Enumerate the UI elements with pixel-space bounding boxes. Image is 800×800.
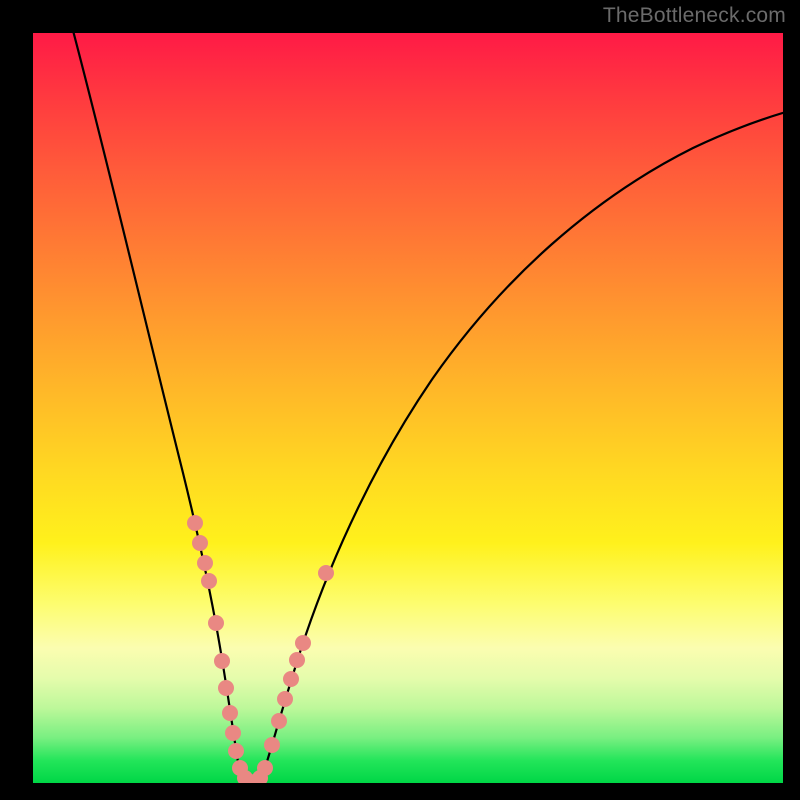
data-markers xyxy=(187,515,334,783)
plot-area xyxy=(33,33,783,783)
curve-path xyxy=(71,33,783,783)
watermark-text: TheBottleneck.com xyxy=(603,4,786,28)
chart-frame: TheBottleneck.com xyxy=(0,0,800,800)
bottleneck-curve xyxy=(33,33,783,783)
